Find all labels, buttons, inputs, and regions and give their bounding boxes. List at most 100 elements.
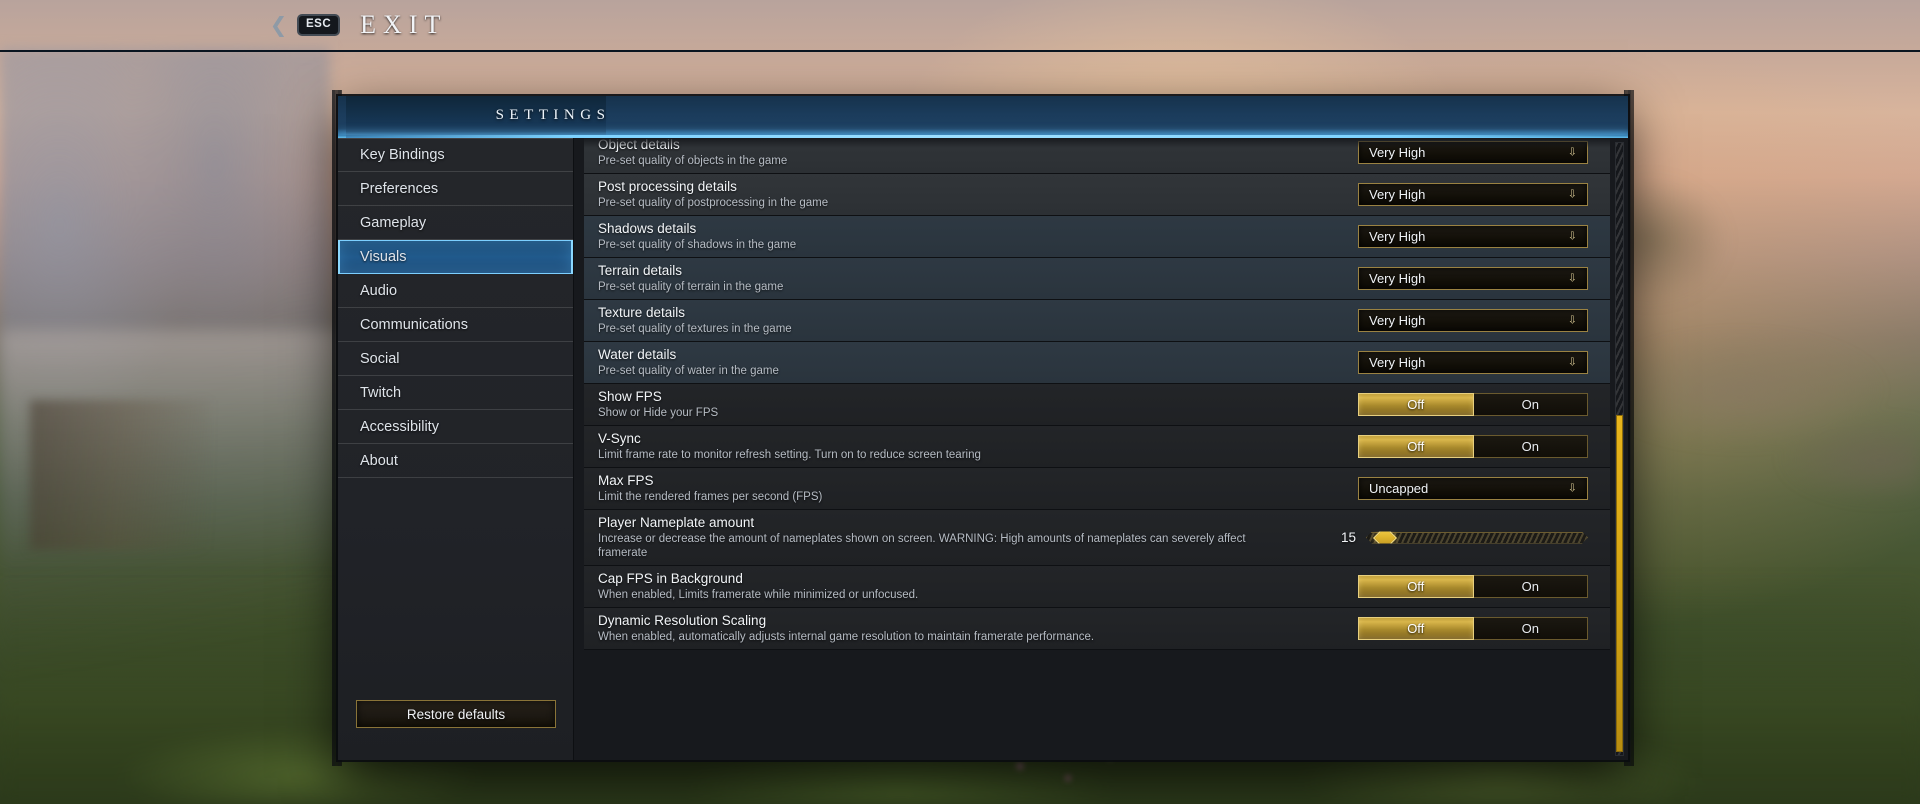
exit-label[interactable]: EXIT [360,10,447,40]
setting-description: Pre-set quality of shadows in the game [598,239,797,251]
settings-row-text: Show FPS Show or Hide your FPS [598,389,1270,420]
sidebar-item-label: Audio [360,282,398,299]
settings-row: V-Sync Limit frame rate to monitor refres… [584,426,1610,468]
setting-description: When enabled, Limits framerate while min… [598,589,919,601]
settings-list-viewport: Object details Pre-set quality of objects… [584,138,1610,760]
settings-scrollbar[interactable] [1615,142,1624,756]
dropdown-value: Very High [1369,187,1426,202]
dropdown-value: Very High [1369,313,1426,328]
setting-label: Show FPS [598,389,662,404]
settings-row-text: Cap FPS in Background When enabled, Limit… [598,571,1270,602]
setting-label: Post processing details [598,179,737,194]
setting-label: Texture details [598,305,686,320]
sidebar-item-label: Accessibility [360,418,439,435]
settings-row-text: Object details Pre-set quality of objects… [598,138,1270,168]
settings-row-control: Very High ⇩ [1270,309,1610,332]
sidebar-item-key-bindings[interactable]: Key Bindings [338,138,573,172]
toggle-option-on[interactable]: On [1474,394,1588,415]
sidebar-item-label: Gameplay [360,214,427,231]
setting-description: Increase or decrease the amount of namep… [598,533,1246,559]
toggle-option-off[interactable]: Off [1358,435,1474,458]
dropdown-value: Very High [1369,145,1426,160]
settings-row-control: Very High ⇩ [1270,267,1610,290]
sidebar-item-visuals[interactable]: Visuals [338,240,573,274]
slider-handle[interactable] [1373,525,1397,549]
settings-row: Terrain details Pre-set quality of terrai… [584,258,1610,300]
settings-row: Cap FPS in Background When enabled, Limit… [584,566,1610,608]
settings-row-text: Texture details Pre-set quality of textur… [598,305,1270,336]
setting-description: Pre-set quality of water in the game [598,365,779,377]
sidebar-item-label: Visuals [360,249,407,265]
sidebar-item-label: Social [360,350,400,367]
chevron-down-icon: ⇩ [1567,356,1577,368]
setting-label: Object details [598,138,680,152]
toggle-cap-fps-in-background[interactable]: Off On [1358,575,1588,598]
settings-row-control: Very High ⇩ [1270,351,1610,374]
sidebar-item-label: Twitch [360,384,402,401]
toggle-option-off[interactable]: Off [1358,393,1474,416]
sidebar-item-label: Communications [360,316,468,333]
toggle-option-off[interactable]: Off [1358,575,1474,598]
toggle-option-on[interactable]: On [1474,576,1588,597]
setting-label: Max FPS [598,473,654,488]
settings-panel: SETTINGS Key Bindings Preferences Gameplay… [338,96,1628,760]
settings-row-control: Off On [1270,435,1610,458]
dropdown-value: Very High [1369,271,1426,286]
toggle-option-off[interactable]: Off [1358,617,1474,640]
sidebar: Key Bindings Preferences Gameplay Visuals Au… [338,138,574,760]
settings-row-text: Dynamic Resolution Scaling When enabled, … [598,613,1270,644]
setting-label: Cap FPS in Background [598,571,743,586]
settings-row: Dynamic Resolution Scaling When enabled, … [584,608,1610,650]
esc-key-badge[interactable]: ESC [297,14,341,36]
toggle-option-on[interactable]: On [1474,618,1588,639]
slider-track[interactable] [1366,532,1588,544]
sidebar-item-accessibility[interactable]: Accessibility [338,410,573,444]
settings-row: Post processing details Pre-set quality o… [584,174,1610,216]
sidebar-item-communications[interactable]: Communications [338,308,573,342]
chevron-down-icon: ⇩ [1567,272,1577,284]
dropdown-post-processing-details[interactable]: Very High ⇩ [1358,183,1588,206]
toggle-option-on[interactable]: On [1474,436,1588,457]
dropdown-water-details[interactable]: Very High ⇩ [1358,351,1588,374]
settings-list: Object details Pre-set quality of objects… [584,138,1610,650]
sidebar-item-twitch[interactable]: Twitch [338,376,573,410]
dropdown-shadows-details[interactable]: Very High ⇩ [1358,225,1588,248]
setting-label: Dynamic Resolution Scaling [598,613,767,628]
page-title: SETTINGS [495,107,611,123]
setting-label: Water details [598,347,677,362]
sidebar-item-label: Preferences [360,180,439,197]
dropdown-terrain-details[interactable]: Very High ⇩ [1358,267,1588,290]
settings-row: Texture details Pre-set quality of textur… [584,300,1610,342]
toggle-dynamic-resolution-scaling[interactable]: Off On [1358,617,1588,640]
sidebar-item-about[interactable]: About [338,444,573,478]
setting-label: V-Sync [598,431,641,446]
settings-row-text: Post processing details Pre-set quality o… [598,179,1270,210]
sidebar-item-preferences[interactable]: Preferences [338,172,573,206]
dropdown-max-fps[interactable]: Uncapped ⇩ [1358,477,1588,500]
setting-description: Limit the rendered frames per second (FP… [598,491,823,503]
toggle-show-fps[interactable]: Off On [1358,393,1588,416]
exit-control-group[interactable]: ❮ ESC EXIT [269,10,447,40]
settings-row-control: Very High ⇩ [1270,225,1610,248]
restore-defaults-button[interactable]: Restore defaults [356,700,556,728]
settings-row-control: Off On [1270,617,1610,640]
dropdown-object-details[interactable]: Very High ⇩ [1358,141,1588,164]
settings-row-control: Off On [1270,575,1610,598]
panel-body: Key Bindings Preferences Gameplay Visuals Au… [338,138,1628,760]
panel-header: SETTINGS [338,96,1628,138]
dropdown-value: Very High [1369,355,1426,370]
background-ship [30,400,210,550]
sidebar-item-social[interactable]: Social [338,342,573,376]
dropdown-texture-details[interactable]: Very High ⇩ [1358,309,1588,332]
sidebar-item-gameplay[interactable]: Gameplay [338,206,573,240]
chevron-left-icon: ❮ [269,13,288,37]
settings-row: Object details Pre-set quality of objects… [584,138,1610,174]
sidebar-item-audio[interactable]: Audio [338,274,573,308]
setting-label: Terrain details [598,263,683,278]
setting-description: Pre-set quality of postprocessing in the… [598,197,829,209]
sidebar-item-label: About [360,452,398,469]
slider-player-nameplate-amount[interactable]: 15 [1318,530,1588,545]
toggle-v-sync[interactable]: Off On [1358,435,1588,458]
scrollbar-thumb[interactable] [1616,415,1623,752]
settings-row-control: 15 [1270,530,1610,545]
